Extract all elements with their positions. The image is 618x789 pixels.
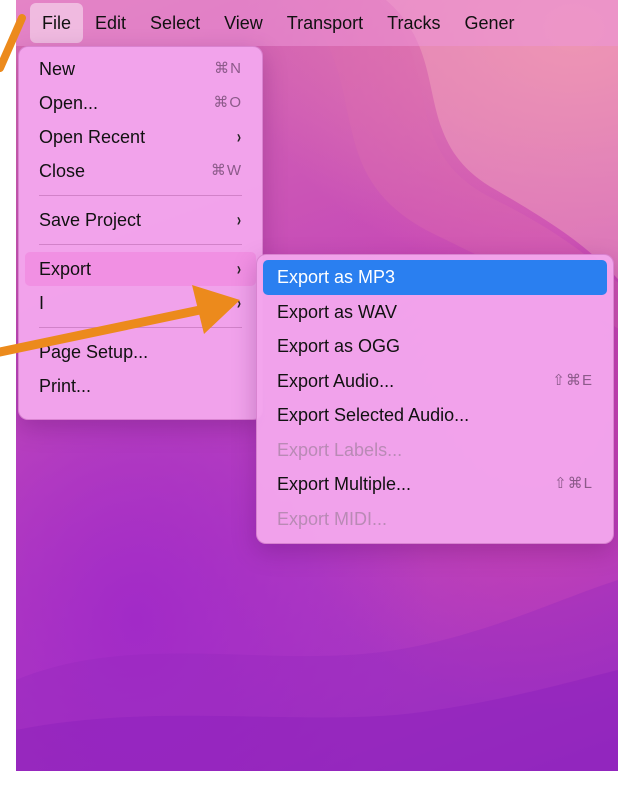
menu-item-export-ogg[interactable]: Export as OGG (263, 329, 607, 364)
menu-item-export-multiple[interactable]: Export Multiple... ⇧⌘L (263, 467, 607, 502)
menu-separator (39, 195, 242, 196)
menu-item-label: Save Project (39, 210, 142, 230)
menu-separator (39, 244, 242, 245)
menu-item-open-recent[interactable]: Open Recent › (25, 120, 256, 154)
menu-item-label: Export MIDI... (277, 508, 388, 529)
menu-transport[interactable]: Transport (275, 3, 375, 43)
menu-item-page-setup[interactable]: Page Setup... (25, 335, 256, 369)
menu-item-export-labels: Export Labels... (263, 433, 607, 468)
menu-item-import[interactable]: I › (25, 286, 256, 320)
menu-item-label: Open... (39, 93, 99, 113)
menu-item-close[interactable]: Close ⌘W (25, 154, 256, 188)
menu-file[interactable]: File (30, 3, 84, 43)
shortcut-label: ⇧⌘L (554, 475, 593, 492)
chevron-right-icon: › (236, 293, 242, 313)
menu-item-new[interactable]: New ⌘N (25, 52, 256, 86)
menu-item-save-project[interactable]: Save Project › (25, 203, 256, 237)
menu-item-label: Export as MP3 (277, 267, 396, 287)
menu-item-export-midi: Export MIDI... (263, 502, 607, 537)
menu-item-open[interactable]: Open... ⌘O (25, 86, 256, 120)
menu-separator (39, 327, 242, 328)
menu-view[interactable]: View (212, 3, 275, 43)
menu-item-label: Export Multiple... (277, 474, 412, 494)
menu-item-label: Page Setup... (39, 342, 149, 362)
file-menu: New ⌘N Open... ⌘O Open Recent › Close ⌘W… (18, 46, 263, 420)
menu-item-label: Export Selected Audio... (277, 405, 470, 425)
menu-tracks[interactable]: Tracks (375, 3, 452, 43)
export-submenu: Export as MP3 Export as WAV Export as OG… (256, 254, 614, 544)
menu-item-export-mp3[interactable]: Export as MP3 (263, 260, 607, 295)
menu-item-label: Close (39, 161, 86, 181)
menu-item-export-selected-audio[interactable]: Export Selected Audio... (263, 398, 607, 433)
menu-item-label: Print... (39, 376, 92, 396)
menu-item-export-wav[interactable]: Export as WAV (263, 295, 607, 330)
menu-item-export-audio[interactable]: Export Audio... ⇧⌘E (263, 364, 607, 399)
shortcut-label: ⇧⌘E (552, 371, 593, 389)
shortcut-label: ⌘N (214, 60, 242, 77)
menu-item-label: Export Audio... (277, 370, 395, 391)
menu-item-print[interactable]: Print... (25, 369, 256, 403)
menu-item-label: Export Labels... (277, 439, 403, 460)
menu-item-label: Export as WAV (277, 301, 398, 322)
menu-item-label: Open Recent (39, 127, 146, 147)
chevron-right-icon: › (236, 210, 242, 230)
chevron-right-icon: › (236, 259, 242, 279)
menu-item-label: Export (39, 259, 92, 279)
desktop-screen: File Edit Select View Transport Tracks G… (16, 0, 618, 771)
menu-bar: File Edit Select View Transport Tracks G… (16, 0, 618, 46)
shortcut-label: ⌘O (213, 94, 242, 111)
menu-edit[interactable]: Edit (83, 3, 138, 43)
menu-item-export[interactable]: Export › (25, 252, 256, 286)
wallpaper-wave-bottom (16, 580, 618, 771)
chevron-right-icon: › (236, 127, 242, 147)
menu-item-label: I (39, 293, 45, 313)
menu-item-label: Export as OGG (277, 336, 401, 356)
shortcut-label: ⌘W (210, 162, 242, 179)
menu-item-label: New (39, 59, 76, 79)
menu-select[interactable]: Select (138, 3, 212, 43)
menu-generate[interactable]: Gener (452, 3, 526, 43)
